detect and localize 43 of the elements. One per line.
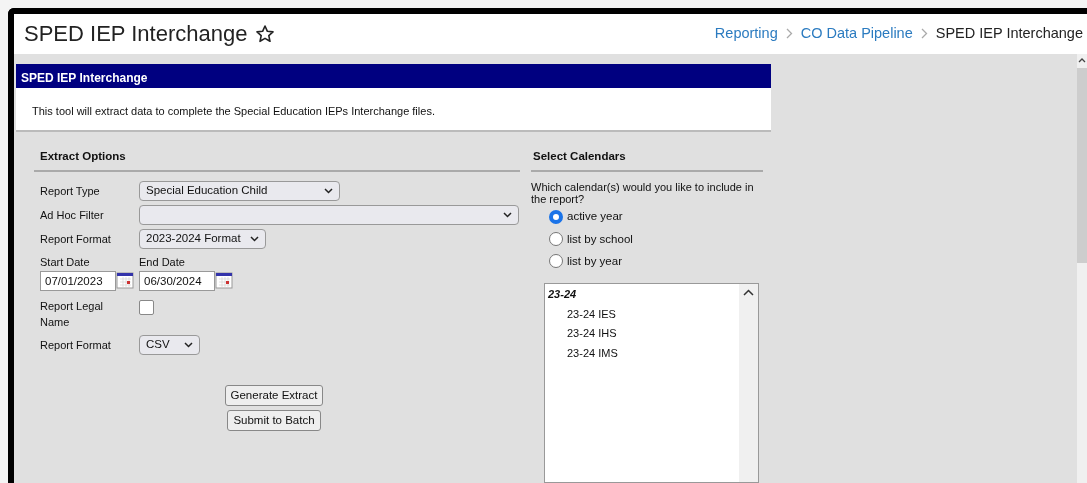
select-field[interactable]: 2023-2024 Format: [139, 229, 266, 250]
field-label: Start Date: [40, 255, 91, 271]
date-field[interactable]: 06/30/2024: [139, 270, 215, 291]
chevron-icon: [785, 28, 793, 40]
section-heading: Extract Options: [34, 131, 520, 173]
breadcrumb-link[interactable]: CO Data Pipeline: [800, 23, 913, 45]
breadcrumb-link[interactable]: Reporting: [714, 23, 778, 45]
extract-button[interactable]: Submit to Batch: [227, 409, 321, 432]
radio-option[interactable]: list by year: [549, 252, 763, 270]
checkbox[interactable]: [139, 299, 154, 315]
field-label: Report Legal Name: [40, 298, 104, 331]
field-label: End Date: [139, 255, 186, 271]
star-icon[interactable]: [255, 23, 276, 44]
section-heading: Select Calendars: [531, 131, 763, 173]
select-field[interactable]: [139, 205, 519, 226]
calendar-group[interactable]: 23-24: [548, 286, 577, 303]
field-label: Report Format: [40, 337, 112, 353]
caret-icon: [324, 188, 333, 195]
calendar-icon[interactable]: [116, 272, 134, 290]
page-title: SPED IEP Interchange: [24, 20, 248, 49]
field-label: Report Type: [40, 184, 101, 200]
select-field[interactable]: Special Education Child: [139, 181, 340, 202]
caret-icon: [250, 236, 259, 243]
calendar-item[interactable]: 23-24 IHS: [548, 325, 617, 342]
chevron-icon: [920, 28, 928, 40]
select-field[interactable]: CSV: [139, 334, 200, 355]
caret-icon: [503, 212, 512, 219]
calendar-list[interactable]: 23-24 23-24 IES 23-24 IHS 23-24 IMS: [544, 283, 759, 483]
panel-title: SPED IEP Interchange: [16, 63, 771, 88]
calendar-item[interactable]: 23-24 IMS: [548, 344, 618, 361]
radio-option[interactable]: list by school: [549, 230, 763, 248]
field-label: Report Format: [40, 232, 112, 248]
caret-icon: [184, 341, 193, 348]
field-label: Ad Hoc Filter: [40, 208, 105, 224]
calendar-icon[interactable]: [215, 272, 233, 290]
question-text: Which calendar(s) would you like to include in the report?: [531, 181, 755, 206]
calendar-item[interactable]: 23-24 IES: [548, 305, 616, 322]
scrollbar[interactable]: [1077, 53, 1087, 483]
breadcrumb-current: SPED IEP Interchange: [935, 24, 1083, 44]
radio-option[interactable]: active year: [549, 208, 763, 226]
extract-button[interactable]: Generate Extract: [224, 384, 324, 406]
description-text: This tool will extract data to complete the Special Education IEPs Interchange files.: [16, 87, 771, 132]
date-field[interactable]: 07/01/2023: [40, 270, 116, 291]
